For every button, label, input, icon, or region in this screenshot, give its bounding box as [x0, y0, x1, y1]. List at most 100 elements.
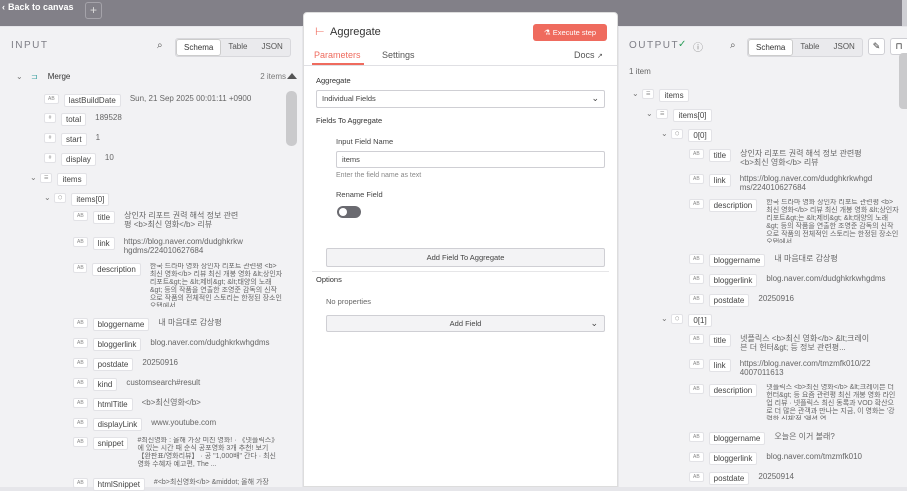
flask-icon: ⚗ — [543, 28, 551, 37]
tab-settings[interactable]: Settings — [382, 50, 415, 60]
add-field-to-aggregate-button[interactable]: Add Field To Aggregate — [326, 248, 605, 267]
output-scrollbar[interactable] — [899, 53, 907, 109]
field-key[interactable]: items — [659, 89, 689, 102]
field-key[interactable]: postdate — [708, 472, 750, 485]
chevron-down-icon[interactable]: ⌄ — [661, 129, 671, 138]
field-key[interactable]: bloggername — [92, 318, 150, 331]
items0-row[interactable]: ⌄ ⬡ items[0] — [44, 193, 118, 206]
field-key[interactable]: link — [708, 174, 731, 187]
field-key[interactable]: title — [92, 211, 116, 224]
options-label: Options — [316, 275, 342, 284]
field-key[interactable]: description — [92, 263, 141, 276]
field-key[interactable]: title — [708, 149, 732, 162]
field-key[interactable]: 0[0] — [688, 129, 712, 142]
object-row[interactable]: ⌄ ⬡ 0[0] — [661, 129, 721, 142]
back-to-canvas-label: Back to canvas — [8, 2, 74, 12]
docs-link[interactable]: Docs ↗ — [574, 50, 603, 60]
field-key[interactable]: items[0] — [673, 109, 712, 122]
external-link-icon: ↗ — [597, 53, 603, 60]
search-icon[interactable]: ⌕ — [157, 40, 163, 51]
field-key[interactable]: bloggerlink — [92, 338, 142, 351]
field-row: AB title 넷플릭스 <b>최신 영화</b> &lt;크레이븐 더 헌터… — [689, 334, 899, 352]
field-value: 넷플릭스 <b>최신 영화</b> &lt;크레이븐 더 헌터&gt; 등 요즘… — [766, 384, 896, 420]
string-type-icon: AB — [689, 359, 704, 369]
string-type-icon: AB — [689, 432, 704, 442]
items-array-row[interactable]: ⌄ ☰ items — [30, 173, 96, 186]
rename-field-label: Rename Field — [336, 190, 383, 199]
field-key[interactable]: items — [57, 173, 87, 186]
docs-label: Docs — [574, 50, 595, 60]
node-parameters-panel: ⊢ Aggregate ⚗ Execute step Parameters Se… — [303, 12, 618, 487]
add-field-button[interactable]: Add Field ⌄ — [326, 315, 605, 332]
input-view-json[interactable]: JSON — [254, 39, 289, 56]
scroll-up-icon[interactable] — [287, 73, 297, 79]
object-row[interactable]: ⌄ ⬡ 0[1] — [661, 314, 721, 327]
chevron-down-icon[interactable]: ⌄ — [646, 109, 656, 118]
back-to-canvas-button[interactable]: ‹ Back to canvas — [2, 2, 74, 12]
add-node-button[interactable]: + — [85, 2, 102, 19]
field-key[interactable]: htmlSnippet — [92, 478, 145, 491]
info-icon[interactable]: ⓘ — [693, 39, 703, 54]
add-field-label: Add Field — [449, 319, 482, 328]
search-icon[interactable]: ⌕ — [730, 40, 736, 51]
field-key[interactable]: description — [708, 199, 758, 212]
execute-step-button[interactable]: ⚗ Execute step — [533, 24, 607, 41]
field-key[interactable]: total — [61, 113, 87, 126]
output-item-count: 1 item — [629, 67, 651, 76]
edit-icon[interactable]: ✎ — [868, 38, 885, 55]
rename-field-toggle[interactable] — [337, 206, 361, 218]
field-key[interactable]: start — [61, 133, 87, 146]
field-row: AB bloggername 내 마음대로 감상평 — [689, 254, 838, 267]
input-view-schema[interactable]: Schema — [176, 39, 222, 56]
field-row: AB description 넷플릭스 <b>최신 영화</b> &lt;크레이… — [689, 384, 899, 420]
field-key[interactable]: htmlTitle — [92, 398, 133, 411]
chevron-down-icon[interactable]: ⌄ — [632, 89, 642, 98]
merge-node-icon: ⊐ — [31, 72, 38, 81]
field-key[interactable]: items[0] — [71, 193, 110, 206]
field-key[interactable]: postdate — [708, 294, 750, 307]
field-key[interactable]: link — [708, 359, 731, 372]
field-key[interactable]: 0[1] — [688, 314, 712, 327]
output-view-json[interactable]: JSON — [826, 39, 861, 56]
chevron-down-icon[interactable]: ⌄ — [661, 314, 671, 323]
field-key[interactable]: link — [92, 237, 115, 250]
field-key[interactable]: bloggerlink — [708, 274, 758, 287]
chevron-down-icon[interactable]: ⌄ — [44, 193, 54, 202]
field-key[interactable]: display — [61, 153, 96, 166]
object-type-icon: ⬡ — [54, 193, 67, 203]
field-row: AB description 한국 드라마 영화 상인자 리포트 관련평 <b>… — [689, 199, 899, 243]
node-title[interactable]: Aggregate — [330, 26, 381, 38]
field-key[interactable]: title — [708, 334, 732, 347]
input-item-count: 2 items — [260, 72, 286, 81]
array-type-icon: ☰ — [656, 109, 669, 119]
chevron-down-icon[interactable]: ⌄ — [16, 72, 26, 81]
input-scrollbar[interactable] — [286, 91, 297, 146]
string-type-icon: AB — [73, 398, 88, 408]
output-view-table[interactable]: Table — [793, 39, 826, 56]
field-key[interactable]: lastBuildDate — [63, 94, 121, 107]
field-value: blog.naver.com/tmzmfk010 — [766, 452, 862, 461]
string-type-icon: AB — [689, 149, 704, 159]
aggregate-label: Aggregate — [316, 76, 351, 85]
field-key[interactable]: bloggerlink — [708, 452, 758, 465]
string-type-icon: AB — [689, 254, 704, 264]
input-view-table[interactable]: Table — [221, 39, 254, 56]
tab-parameters[interactable]: Parameters — [314, 50, 361, 60]
field-row: AB lastBuildDate Sun, 21 Sep 2025 00:01:… — [44, 94, 251, 107]
field-key[interactable]: kind — [92, 378, 118, 391]
items-array-row[interactable]: ⌄ ☰ items — [632, 89, 698, 102]
input-node-row[interactable]: ⌄ ⊐ Merge 2 items — [16, 72, 286, 81]
string-type-icon: AB — [44, 94, 59, 104]
field-key[interactable]: bloggername — [708, 432, 766, 445]
chevron-down-icon[interactable]: ⌄ — [30, 173, 40, 182]
field-key[interactable]: postdate — [92, 358, 134, 371]
field-key[interactable]: bloggername — [708, 254, 766, 267]
field-key[interactable]: displayLink — [92, 418, 143, 431]
field-key[interactable]: description — [708, 384, 758, 397]
output-view-schema[interactable]: Schema — [748, 39, 794, 56]
items0-row[interactable]: ⌄ ☰ items[0] — [646, 109, 721, 122]
field-key[interactable]: snippet — [92, 437, 129, 450]
field-value: blog.naver.com/dudghkrkwhgdms — [150, 338, 270, 347]
aggregate-select[interactable]: Individual Fields ⌄ — [316, 90, 605, 108]
input-field-name-input[interactable]: items — [336, 151, 605, 168]
